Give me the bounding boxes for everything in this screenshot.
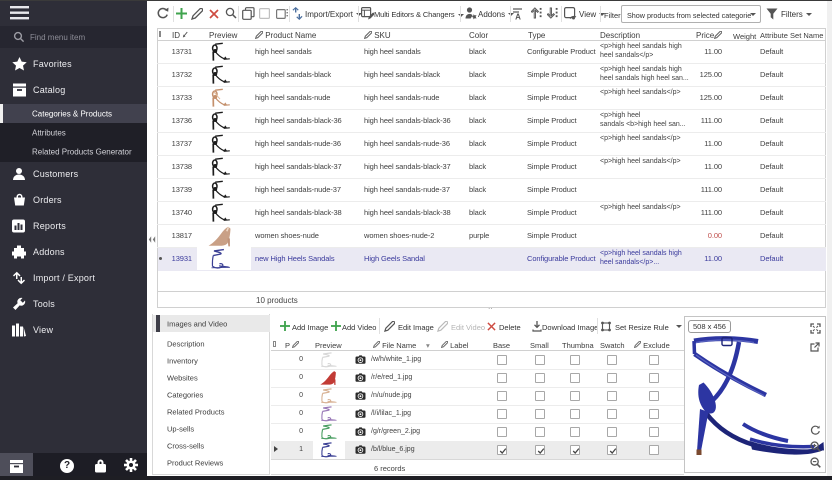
svg-text:A: A xyxy=(515,13,521,21)
